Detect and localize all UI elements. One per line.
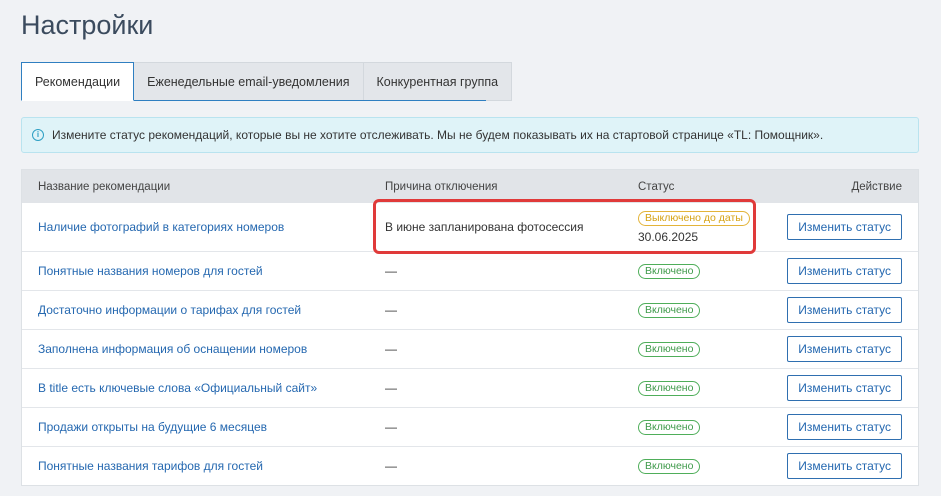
info-text: Измените статус рекомендаций, которые вы… [52, 128, 824, 142]
change-status-button[interactable]: Изменить статус [787, 453, 902, 479]
disable-reason: В июне запланирована фотосессия [385, 220, 584, 234]
change-status-button[interactable]: Изменить статус [787, 336, 902, 362]
table-row: В title есть ключевые слова «Официальный… [22, 368, 918, 407]
column-header-reason: Причина отключения [385, 180, 498, 193]
recommendation-link[interactable]: Продажи открыты на будущие 6 месяцев [38, 420, 267, 434]
recommendation-link[interactable]: Заполнена информация об оснащении номеро… [38, 342, 307, 356]
tab-weekly-email[interactable]: Еженедельные email-уведомления [134, 62, 364, 101]
status-badge: Включено [638, 342, 701, 357]
recommendation-link[interactable]: Достаточно информации о тарифах для гост… [38, 303, 301, 317]
status-badge: Включено [638, 420, 701, 435]
recommendation-link[interactable]: Наличие фотографий в категориях номеров [38, 220, 284, 234]
change-status-button[interactable]: Изменить статус [787, 214, 902, 240]
disable-reason: — [385, 459, 397, 473]
tab-recommendations[interactable]: Рекомендации [21, 62, 135, 101]
recommendations-table: Название рекомендации Причина отключения… [21, 169, 919, 486]
page-title: Настройки [21, 10, 154, 40]
tab-competitor-group[interactable]: Конкурентная группа [363, 62, 513, 101]
table-row: Понятные названия номеров для гостей — В… [22, 251, 918, 290]
change-status-button[interactable]: Изменить статус [787, 375, 902, 401]
column-header-name: Название рекомендации [38, 180, 171, 193]
disable-reason: — [385, 264, 397, 278]
status-badge: Включено [638, 459, 701, 474]
disable-reason: — [385, 381, 397, 395]
table-row: Наличие фотографий в категориях номеров … [22, 203, 918, 251]
disable-reason: — [385, 342, 397, 356]
table-row: Достаточно информации о тарифах для гост… [22, 290, 918, 329]
recommendation-link[interactable]: Понятные названия номеров для гостей [38, 264, 263, 278]
info-icon: i [32, 129, 44, 141]
tabs: Рекомендации Еженедельные email-уведомле… [21, 62, 513, 101]
change-status-button[interactable]: Изменить статус [787, 297, 902, 323]
column-header-action: Действие [851, 180, 902, 193]
table-row: Продажи открыты на будущие 6 месяцев — В… [22, 407, 918, 446]
recommendation-link[interactable]: Понятные названия тарифов для гостей [38, 459, 263, 473]
change-status-button[interactable]: Изменить статус [787, 258, 902, 284]
status-badge: Включено [638, 381, 701, 396]
table-row: Понятные названия тарифов для гостей — В… [22, 446, 918, 485]
change-status-button[interactable]: Изменить статус [787, 414, 902, 440]
info-banner: i Измените статус рекомендаций, которые … [21, 117, 919, 153]
status-date: 30.06.2025 [638, 230, 699, 244]
disable-reason: — [385, 303, 397, 317]
disable-reason: — [385, 420, 397, 434]
column-header-status: Статус [638, 180, 675, 193]
status-badge: Включено [638, 303, 701, 318]
table-header: Название рекомендации Причина отключения… [22, 170, 918, 203]
table-row: Заполнена информация об оснащении номеро… [22, 329, 918, 368]
status-badge: Включено [638, 264, 701, 279]
recommendation-link[interactable]: В title есть ключевые слова «Официальный… [38, 381, 317, 395]
status-badge: Выключено до даты [638, 211, 750, 226]
